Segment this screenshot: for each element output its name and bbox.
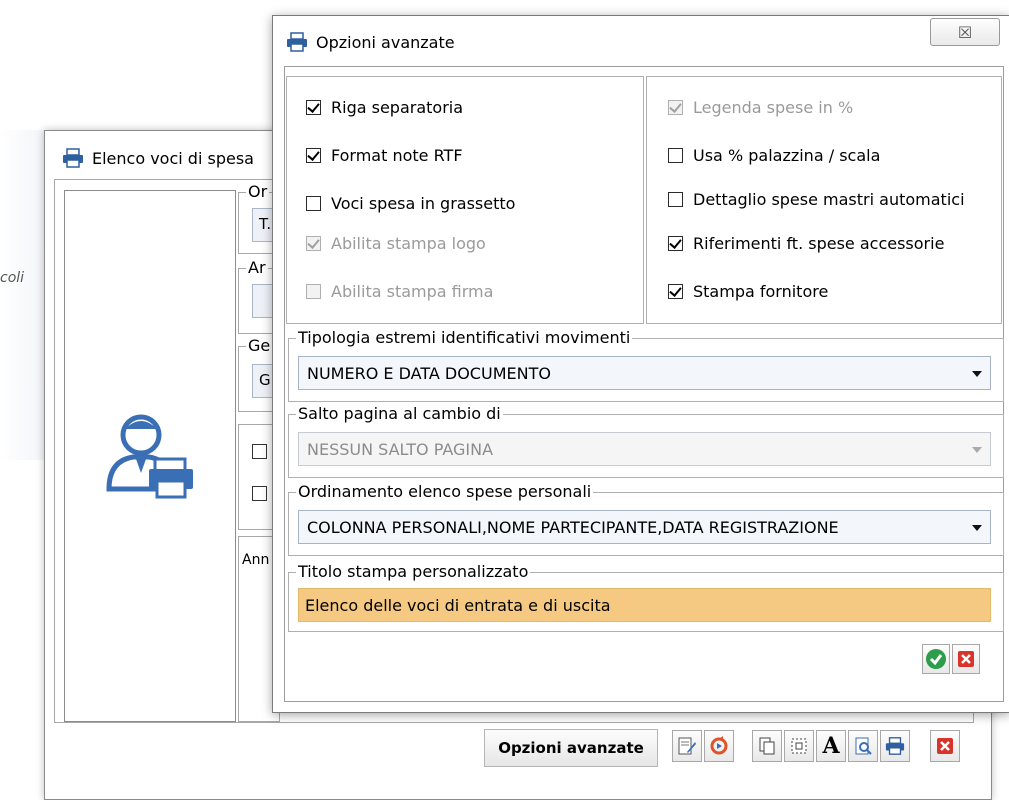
ordinamento-value: COLONNA PERSONALI,NOME PARTECIPANTE,DATA… (307, 517, 839, 537)
back-checkbox-2[interactable] (252, 486, 267, 501)
option-abilita-stampa-firma: Abilita stampa firma (306, 282, 493, 301)
checkbox-checked[interactable] (306, 148, 321, 163)
checkbox-unchecked[interactable] (668, 148, 683, 163)
checkbox-unchecked[interactable] (306, 196, 321, 211)
print-icon (885, 737, 905, 755)
checkbox-checked-disabled (668, 100, 683, 115)
option-label: Usa % palazzina / scala (693, 146, 881, 165)
option-label: Voci spesa in grassetto (331, 194, 516, 213)
option-legenda-spese: Legenda spese in % (668, 98, 853, 117)
edit-icon (678, 737, 696, 755)
refresh-button[interactable] (704, 730, 734, 762)
user-printer-icon (106, 414, 193, 499)
option-label: Stampa fornitore (693, 282, 829, 301)
option-stampa-fornitore[interactable]: Stampa fornitore (668, 282, 828, 301)
printer-icon (287, 32, 307, 52)
tipologia-select[interactable]: NUMERO E DATA DOCUMENTO (298, 356, 991, 390)
preview-icon (855, 737, 872, 755)
option-label: Format note RTF (331, 146, 463, 165)
close-icon (937, 738, 953, 754)
ordinamento-label: Ordinamento elenco spese personali (296, 482, 594, 501)
titolo-input[interactable]: Elenco delle voci di entrata e di uscita (298, 588, 991, 622)
option-dettaglio-spese-mastri[interactable]: Dettaglio spese mastri automatici (668, 190, 965, 209)
titolo-label: Titolo stampa personalizzato (296, 562, 531, 581)
option-abilita-stampa-logo: Abilita stampa logo (306, 234, 486, 253)
back-window-title: Elenco voci di spesa (92, 148, 254, 168)
checkbox-unchecked-disabled (306, 284, 321, 299)
confirm-button[interactable] (922, 644, 950, 674)
chevron-down-icon (972, 447, 982, 453)
checkbox-checked-disabled (306, 236, 321, 251)
back-checkbox-1[interactable] (252, 444, 267, 459)
ordinamento-select[interactable]: COLONNA PERSONALI,NOME PARTECIPANTE,DATA… (298, 510, 991, 544)
close-icon (958, 651, 974, 667)
dialog-close-button[interactable]: ☒ (930, 18, 1000, 46)
option-riga-separatoria[interactable]: Riga separatoria (306, 98, 463, 117)
refresh-icon (710, 736, 728, 755)
opzioni-avanzate-button[interactable]: Opzioni avanzate (484, 729, 658, 767)
option-format-note-rtf[interactable]: Format note RTF (306, 146, 463, 165)
option-usa-palazzina-scala[interactable]: Usa % palazzina / scala (668, 146, 880, 165)
printer-icon (63, 148, 83, 168)
salto-select: NESSUN SALTO PAGINA (298, 432, 991, 466)
edit-button[interactable] (672, 730, 702, 762)
option-voci-spesa-grassetto[interactable]: Voci spesa in grassetto (306, 194, 515, 213)
option-label: Abilita stampa logo (331, 234, 486, 253)
check-icon (926, 649, 946, 669)
back-group-ar-label: Ar (246, 258, 268, 277)
salto-value: NESSUN SALTO PAGINA (307, 439, 494, 459)
option-label: Riga separatoria (331, 98, 464, 117)
chevron-down-icon (972, 525, 982, 531)
copy-icon (759, 737, 775, 755)
dialog-title: Opzioni avanzate (316, 32, 455, 52)
close-back-button[interactable] (930, 730, 960, 762)
background-label: coli (0, 270, 25, 286)
cancel-button[interactable] (952, 644, 980, 674)
option-riferimenti-ft-spese[interactable]: Riferimenti ft. spese accessorie (668, 234, 944, 253)
checkbox-checked[interactable] (668, 284, 683, 299)
copy-button[interactable] (752, 730, 782, 762)
option-label: Riferimenti ft. spese accessorie (693, 234, 945, 253)
user-print-panel (64, 190, 236, 722)
tipologia-label: Tipologia estremi identificativi movimen… (296, 328, 633, 347)
option-label: Abilita stampa firma (331, 282, 494, 301)
back-notes-label: Ann (242, 552, 270, 568)
close-icon: ☒ (957, 22, 973, 42)
back-group-ge-label: Ge (246, 336, 273, 355)
option-label: Dettaglio spese mastri automatici (693, 190, 965, 209)
checkbox-checked[interactable] (668, 236, 683, 251)
background-strip (0, 130, 44, 460)
salto-label: Salto pagina al cambio di (296, 404, 503, 423)
font-button[interactable]: A (816, 730, 846, 762)
checkbox-checked[interactable] (306, 100, 321, 115)
checkbox-unchecked[interactable] (668, 192, 683, 207)
select-button[interactable] (784, 730, 814, 762)
back-window-titlebar: Elenco voci di spesa (62, 146, 254, 170)
chevron-down-icon (972, 371, 982, 377)
font-icon: A (822, 733, 840, 759)
preview-button[interactable] (848, 730, 878, 762)
option-label: Legenda spese in % (693, 98, 854, 117)
print-button[interactable] (880, 730, 910, 762)
tipologia-value: NUMERO E DATA DOCUMENTO (307, 363, 551, 383)
select-icon (791, 738, 807, 754)
back-group-or-label: Or (246, 182, 270, 201)
dialog-titlebar: Opzioni avanzate (286, 30, 455, 54)
